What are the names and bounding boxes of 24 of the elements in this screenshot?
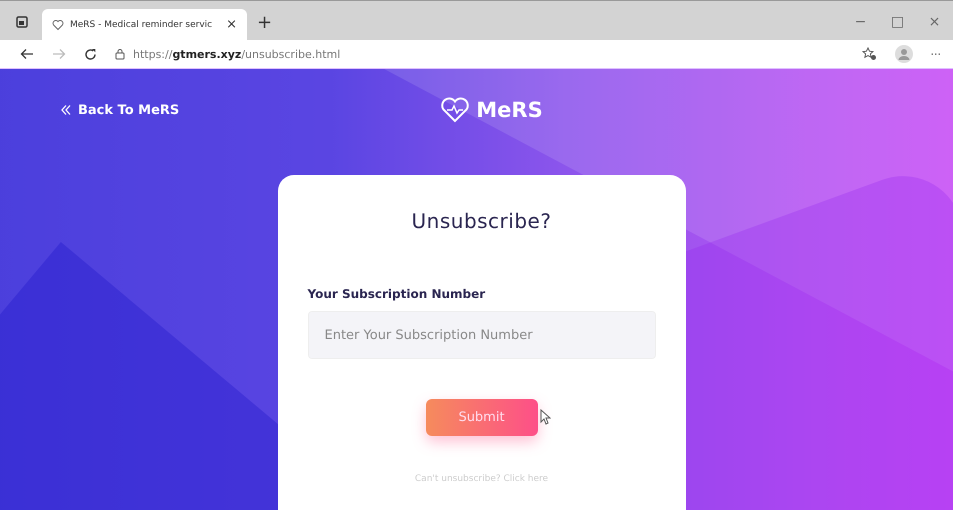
logo-text: MeRS [476,98,543,122]
favorites-star-icon[interactable] [862,47,876,61]
back-link[interactable]: Back To MeRS [60,102,190,118]
lock-icon [115,48,125,60]
mouse-cursor-icon [540,409,550,425]
window-control[interactable]: − [842,14,879,30]
refresh-icon[interactable] [84,48,97,60]
subscription-number-field[interactable]: Enter Your Subscription Number [308,311,656,359]
heart-icon [52,18,64,30]
sidebar-icon[interactable] [16,16,28,28]
double-chevron-icon [60,104,72,116]
window-control[interactable]: □ [879,14,916,30]
window-control[interactable]: × [916,14,953,30]
field-label: Your Subscription Number [308,287,486,301]
tab-title: MeRS - Medical reminder servic [70,20,214,30]
browser-tab[interactable]: MeRS - Medical reminder servic × [42,9,247,40]
back-arrow-icon[interactable] [20,48,34,60]
url-text[interactable]: https://gtmers.xyz/unsubscribe.html [133,48,340,60]
heart-pulse-icon [440,97,470,123]
card-title: Unsubscribe? [410,209,552,233]
profile-avatar-icon[interactable] [894,45,912,63]
new-tab-button[interactable]: + [257,12,272,33]
close-icon[interactable]: × [226,17,237,32]
menu-icon[interactable]: ··· [930,48,941,60]
